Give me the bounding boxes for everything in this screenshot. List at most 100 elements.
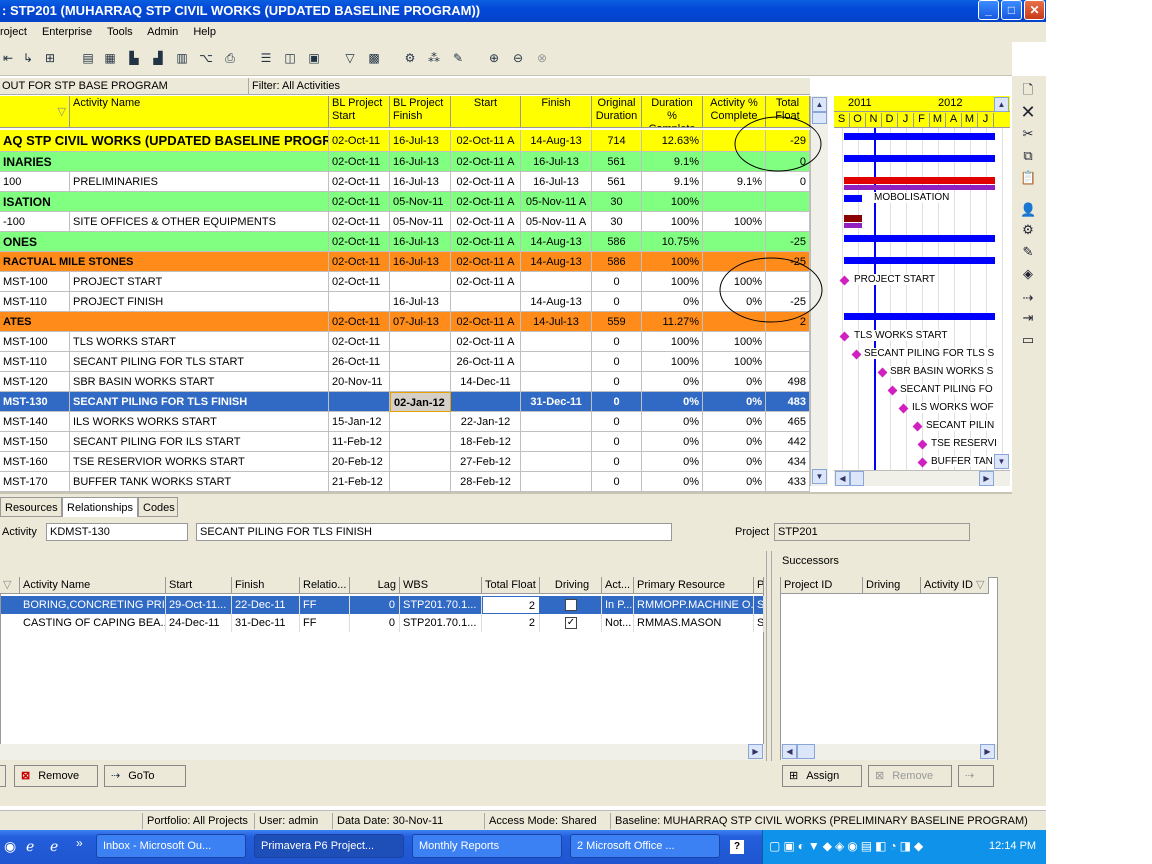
cell-tf[interactable]: -25 bbox=[766, 292, 810, 312]
cell-finish[interactable] bbox=[521, 332, 592, 352]
cell-od[interactable]: 30 bbox=[592, 192, 642, 212]
zoom-out-icon[interactable]: ⊖ bbox=[510, 50, 526, 66]
scroll-down-icon[interactable]: ▼ bbox=[812, 469, 827, 484]
scroll-left-icon[interactable]: ◀ bbox=[835, 471, 850, 486]
cell-finish[interactable] bbox=[521, 432, 592, 452]
cell-od[interactable]: 0 bbox=[592, 452, 642, 472]
cell-finish[interactable] bbox=[521, 452, 592, 472]
cell-dp[interactable]: 0% bbox=[642, 372, 703, 392]
cell-start[interactable] bbox=[451, 292, 521, 312]
cell-finish[interactable]: 14-Jul-13 bbox=[521, 312, 592, 332]
cell-finish[interactable] bbox=[521, 412, 592, 432]
cell-od[interactable]: 0 bbox=[592, 412, 642, 432]
cell-finish[interactable] bbox=[521, 272, 592, 292]
pred-cell-wbs[interactable]: STP201.70.1... bbox=[400, 596, 482, 614]
cell-dp[interactable]: 0% bbox=[642, 392, 703, 412]
schedule-icon[interactable]: ⚙ bbox=[402, 50, 418, 66]
pred-col-status[interactable]: Act... bbox=[602, 577, 634, 594]
cell-name[interactable]: PROJECT START bbox=[70, 272, 329, 292]
cell-bls[interactable]: 02-Oct-11 bbox=[329, 232, 390, 252]
cell-ap[interactable]: 0% bbox=[703, 432, 766, 452]
cell-ap[interactable]: 0% bbox=[703, 452, 766, 472]
cell-tf[interactable]: 498 bbox=[766, 372, 810, 392]
scroll-up-icon[interactable]: ▲ bbox=[812, 97, 827, 112]
cell-name[interactable] bbox=[70, 252, 329, 272]
tab-relationships[interactable]: Relationships bbox=[62, 497, 138, 517]
activity-row[interactable]: RACTUAL MILE STONES 02-Oct-11 16-Jul-13 02-… bbox=[0, 252, 810, 272]
cell-start[interactable]: 02-Oct-11 A bbox=[451, 232, 521, 252]
cell-bls[interactable]: 02-Oct-11 bbox=[329, 152, 390, 172]
layout-name[interactable]: OUT FOR STP BASE PROGRAM bbox=[2, 78, 168, 95]
cell-start[interactable]: 28-Feb-12 bbox=[451, 472, 521, 492]
cell-id[interactable]: ONES bbox=[0, 232, 70, 252]
cell-start[interactable]: 02-Oct-11 A bbox=[451, 252, 521, 272]
cell-id[interactable]: MST-110 bbox=[0, 352, 70, 372]
gantt-chart[interactable]: 2011 2012 SONDJFMAMJ MOBOLISATION PROJEC… bbox=[834, 96, 1010, 486]
col-total-float[interactable]: Total Float bbox=[766, 96, 810, 128]
activity-row[interactable]: ISATION 02-Oct-11 05-Nov-11 02-Oct-11 A 05-N… bbox=[0, 192, 810, 212]
activity-row[interactable]: -100 SITE OFFICES & OTHER EQUIPMENTS 02-Oc… bbox=[0, 212, 810, 232]
cell-finish[interactable] bbox=[521, 352, 592, 372]
remove-button[interactable]: ⊠ Remove bbox=[14, 765, 98, 787]
cell-od[interactable]: 0 bbox=[592, 392, 642, 412]
activity-row[interactable]: ONES 02-Oct-11 16-Jul-13 02-Oct-11 A 14-Aug-… bbox=[0, 232, 810, 252]
cell-tf[interactable]: 434 bbox=[766, 452, 810, 472]
scroll-thumb[interactable] bbox=[797, 744, 815, 759]
cell-dp[interactable]: 11.27% bbox=[642, 312, 703, 332]
activity-row[interactable]: MST-100 TLS WORKS START 02-Oct-11 02-Oct-11… bbox=[0, 332, 810, 352]
pred-cell-name[interactable]: CASTING OF CAPING BEA... bbox=[20, 614, 166, 632]
link-icon[interactable]: ↳ bbox=[20, 50, 36, 66]
zoom-fit-icon[interactable]: ⊗ bbox=[534, 50, 550, 66]
move-icon[interactable]: ⇢ bbox=[1020, 290, 1036, 306]
cell-bls[interactable]: 02-Oct-11 bbox=[329, 272, 390, 292]
cell-tf[interactable]: -25 bbox=[766, 232, 810, 252]
cell-blf[interactable]: 02-Jan-12 bbox=[390, 392, 451, 412]
pred-col-finish[interactable]: Finish bbox=[232, 577, 300, 594]
cell-name[interactable]: SBR BASIN WORKS START bbox=[70, 372, 329, 392]
activity-row[interactable]: MST-140 ILS WORKS WORKS START 15-Jan-12 22-… bbox=[0, 412, 810, 432]
cell-finish[interactable]: 14-Aug-13 bbox=[521, 232, 592, 252]
assign-button-partial[interactable] bbox=[0, 765, 6, 787]
pred-cell-finish[interactable]: 22-Dec-11 bbox=[232, 596, 300, 614]
cell-id[interactable]: RACTUAL MILE STONES bbox=[0, 252, 133, 272]
pred-cell-act[interactable]: In P... bbox=[602, 596, 634, 614]
cell-name[interactable]: BUFFER TANK WORKS START bbox=[70, 472, 329, 492]
pred-cell-lag[interactable]: 0 bbox=[350, 596, 400, 614]
succ-col-activity-id[interactable]: Activity ID ▽ bbox=[921, 577, 989, 594]
cell-bls[interactable]: 20-Nov-11 bbox=[329, 372, 390, 392]
activity-row[interactable]: MST-110 SECANT PILING FOR TLS START 26-Oct… bbox=[0, 352, 810, 372]
cell-id[interactable]: -100 bbox=[0, 212, 70, 232]
cell-name[interactable]: SECANT PILING FOR ILS START bbox=[70, 432, 329, 452]
pred-cell-drv[interactable] bbox=[540, 596, 602, 614]
group-icon[interactable]: ▩ bbox=[366, 50, 382, 66]
columns-icon[interactable]: ☰ bbox=[258, 50, 274, 66]
cell-od[interactable]: 561 bbox=[592, 172, 642, 192]
gantt-scroll-up-icon[interactable]: ▲ bbox=[994, 97, 1009, 112]
cell-ap[interactable] bbox=[703, 192, 766, 212]
cell-bls[interactable]: 11-Feb-12 bbox=[329, 432, 390, 452]
chart-icon[interactable]: ▙ bbox=[126, 50, 142, 66]
task-primavera[interactable]: Primavera P6 Project... bbox=[254, 834, 404, 858]
bar-icon[interactable]: ▟ bbox=[150, 50, 166, 66]
cell-start[interactable]: 02-Oct-11 A bbox=[451, 312, 521, 332]
cell-od[interactable]: 0 bbox=[592, 292, 642, 312]
cell-blf[interactable]: 16-Jul-13 bbox=[390, 172, 451, 192]
hierarchy-icon[interactable]: ⊞ bbox=[42, 50, 58, 66]
pred-col-wbs[interactable]: WBS bbox=[400, 577, 482, 594]
cell-finish[interactable]: 16-Jul-13 bbox=[521, 172, 592, 192]
pred-cell-act[interactable]: Not... bbox=[602, 614, 634, 632]
pred-col-lag[interactable]: Lag bbox=[350, 577, 400, 594]
cell-dp[interactable]: 9.1% bbox=[642, 152, 703, 172]
cell-ap[interactable]: 100% bbox=[703, 212, 766, 232]
pred-cell-lag[interactable]: 0 bbox=[350, 614, 400, 632]
pred-cell-start[interactable]: 24-Dec-11 bbox=[166, 614, 232, 632]
cell-dp[interactable]: 12.63% bbox=[642, 130, 703, 152]
zoom-in-icon[interactable]: ⊕ bbox=[486, 50, 502, 66]
cell-start[interactable]: 26-Oct-11 A bbox=[451, 352, 521, 372]
cell-name[interactable] bbox=[70, 232, 329, 252]
tray-icons[interactable]: ▢▣◐▼◆◈◉▤◧◔◨◆ bbox=[769, 839, 926, 853]
goto-button[interactable]: ⇢ GoTo bbox=[104, 765, 186, 787]
cell-ap[interactable]: 0% bbox=[703, 392, 766, 412]
cell-ap[interactable]: 0% bbox=[703, 412, 766, 432]
cell-start[interactable]: 22-Jan-12 bbox=[451, 412, 521, 432]
